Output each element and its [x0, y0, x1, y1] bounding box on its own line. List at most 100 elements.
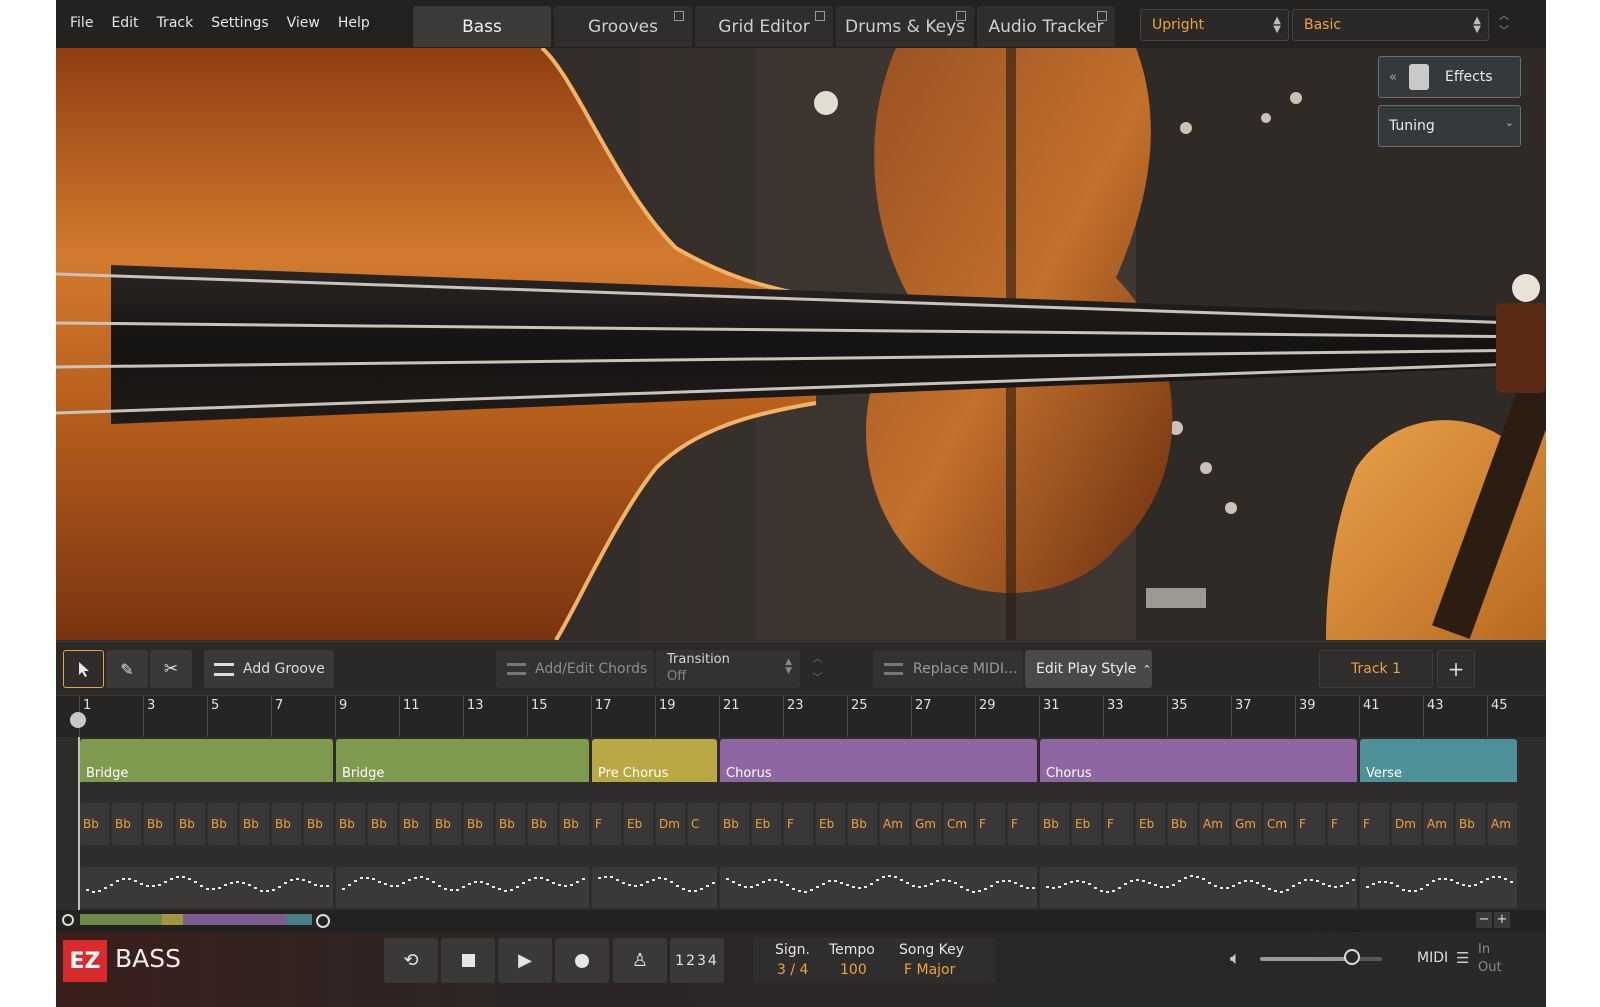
- chord-block[interactable]: Bb: [496, 803, 525, 845]
- tab-bass[interactable]: Bass: [413, 6, 551, 47]
- range-end-handle[interactable]: [316, 914, 330, 928]
- add-edit-chords-button[interactable]: Add/Edit Chords: [496, 650, 654, 688]
- playhead-handle[interactable]: [70, 712, 86, 728]
- timeline-ruler[interactable]: 1 3 5 7 9 11 13 15 17 19 21 23 25 27 29 31 33 35 37 39 41 43 4…: [56, 695, 1546, 738]
- chord-block[interactable]: F: [592, 803, 621, 845]
- song-overview[interactable]: − +: [56, 910, 1546, 932]
- chord-block[interactable]: Bb: [1040, 803, 1069, 845]
- transition-dropdown[interactable]: Transition Off ▲ ▼: [656, 650, 800, 688]
- chord-block[interactable]: F: [1328, 803, 1357, 845]
- signature-value[interactable]: 3 / 4: [777, 962, 808, 978]
- tuning-dropdown[interactable]: Tuning ⌄: [1378, 105, 1521, 147]
- preset-stepper[interactable]: ︿ ﹀: [1493, 9, 1515, 41]
- menu-track[interactable]: Track: [157, 15, 194, 31]
- popout-icon[interactable]: [674, 11, 684, 21]
- song-part-block[interactable]: Chorus: [720, 739, 1037, 782]
- chord-block[interactable]: F: [1296, 803, 1325, 845]
- song-part-block[interactable]: Bridge: [80, 739, 333, 782]
- chord-block[interactable]: Eb: [624, 803, 653, 845]
- menu-file[interactable]: File: [70, 15, 93, 31]
- midi-groove-block[interactable]: [720, 867, 1037, 908]
- popout-icon[interactable]: [956, 11, 966, 21]
- transition-stepper[interactable]: ︿ ﹀: [804, 650, 831, 688]
- popout-icon[interactable]: [815, 11, 825, 21]
- menu-edit[interactable]: Edit: [111, 15, 138, 31]
- midi-groove-block[interactable]: [592, 867, 717, 908]
- chord-block[interactable]: Eb: [1072, 803, 1101, 845]
- preset-dropdown[interactable]: Basic ▲ ▼: [1292, 9, 1489, 41]
- chevron-up-icon[interactable]: ︿: [804, 650, 831, 669]
- volume-slider[interactable]: [1260, 949, 1382, 965]
- replace-midi-button[interactable]: Replace MIDI...: [873, 650, 1023, 688]
- song-key-value[interactable]: F Major: [904, 962, 955, 978]
- chord-block[interactable]: Dm: [656, 803, 685, 845]
- chord-block[interactable]: F: [976, 803, 1005, 845]
- instrument-dropdown[interactable]: Upright ▲ ▼: [1140, 9, 1289, 41]
- chord-block[interactable]: F: [1008, 803, 1037, 845]
- chevron-up-icon[interactable]: ︿: [1493, 9, 1515, 24]
- midi-groove-block[interactable]: [1040, 867, 1357, 908]
- chord-block[interactable]: Bb: [80, 803, 109, 845]
- tab-audio-tracker[interactable]: Audio Tracker: [977, 6, 1115, 47]
- midi-groove-block[interactable]: [336, 867, 589, 908]
- chord-block[interactable]: Cm: [1264, 803, 1293, 845]
- song-part-block[interactable]: Pre Chorus: [592, 739, 717, 782]
- chord-block[interactable]: Eb: [752, 803, 781, 845]
- chord-block[interactable]: Bb: [176, 803, 205, 845]
- add-track-button[interactable]: +: [1437, 650, 1475, 688]
- chord-block[interactable]: F: [784, 803, 813, 845]
- chevron-down-icon[interactable]: ﹀: [1493, 24, 1515, 39]
- song-part-block[interactable]: Chorus: [1040, 739, 1357, 782]
- tab-drums-keys[interactable]: Drums & Keys: [836, 6, 974, 47]
- tab-grid-editor[interactable]: Grid Editor: [695, 6, 833, 47]
- chord-block[interactable]: Bb: [112, 803, 141, 845]
- add-groove-button[interactable]: Add Groove: [204, 650, 334, 688]
- chevron-down-icon[interactable]: ﹀: [804, 669, 831, 688]
- chord-block[interactable]: F: [1104, 803, 1133, 845]
- zoom-out-button[interactable]: −: [1476, 912, 1492, 928]
- chord-block[interactable]: Am: [1488, 803, 1517, 845]
- chord-block[interactable]: Eb: [816, 803, 845, 845]
- chord-block[interactable]: Bb: [240, 803, 269, 845]
- chord-block[interactable]: C: [688, 803, 717, 845]
- zoom-in-button[interactable]: +: [1494, 912, 1510, 928]
- chord-block[interactable]: Bb: [304, 803, 333, 845]
- chord-block[interactable]: Am: [1200, 803, 1229, 845]
- split-tool-button[interactable]: ✂: [150, 650, 192, 688]
- effects-button[interactable]: « Effects: [1378, 56, 1521, 98]
- metronome-button[interactable]: ♙: [613, 938, 667, 983]
- speaker-icon[interactable]: 🔈︎: [1230, 948, 1241, 969]
- menu-lines-icon[interactable]: ☰: [1456, 949, 1469, 967]
- chord-block[interactable]: Bb: [432, 803, 461, 845]
- chord-block[interactable]: Bb: [144, 803, 173, 845]
- menu-settings[interactable]: Settings: [211, 15, 268, 31]
- popout-icon[interactable]: [1097, 11, 1107, 21]
- stop-button[interactable]: [441, 938, 495, 983]
- midi-groove-block[interactable]: [80, 867, 333, 908]
- chord-block[interactable]: Bb: [400, 803, 429, 845]
- chord-block[interactable]: Bb: [1168, 803, 1197, 845]
- chord-block[interactable]: Am: [880, 803, 909, 845]
- chord-block[interactable]: Bb: [464, 803, 493, 845]
- chord-block[interactable]: F: [1360, 803, 1389, 845]
- chord-block[interactable]: Bb: [368, 803, 397, 845]
- play-button[interactable]: ▶: [498, 938, 552, 983]
- range-start-handle[interactable]: [62, 914, 74, 926]
- count-in-button[interactable]: 1234: [670, 938, 724, 983]
- midi-groove-block[interactable]: [1360, 867, 1517, 908]
- chord-block[interactable]: Cm: [944, 803, 973, 845]
- tempo-value[interactable]: 100: [840, 962, 867, 978]
- chord-block[interactable]: Dm: [1392, 803, 1421, 845]
- volume-knob[interactable]: [1343, 949, 1360, 965]
- song-part-block[interactable]: Bridge: [336, 739, 589, 782]
- record-button[interactable]: [555, 938, 609, 983]
- song-part-block[interactable]: Verse: [1360, 739, 1517, 782]
- chord-block[interactable]: Bb: [336, 803, 365, 845]
- track-name-field[interactable]: Track 1: [1319, 650, 1433, 688]
- chord-block[interactable]: Eb: [1136, 803, 1165, 845]
- chord-block[interactable]: Bb: [560, 803, 589, 845]
- chord-block[interactable]: Bb: [528, 803, 557, 845]
- edit-play-style-button[interactable]: Edit Play Style ⌃: [1025, 650, 1152, 688]
- chord-block[interactable]: Gm: [1232, 803, 1261, 845]
- chord-block[interactable]: Am: [1424, 803, 1453, 845]
